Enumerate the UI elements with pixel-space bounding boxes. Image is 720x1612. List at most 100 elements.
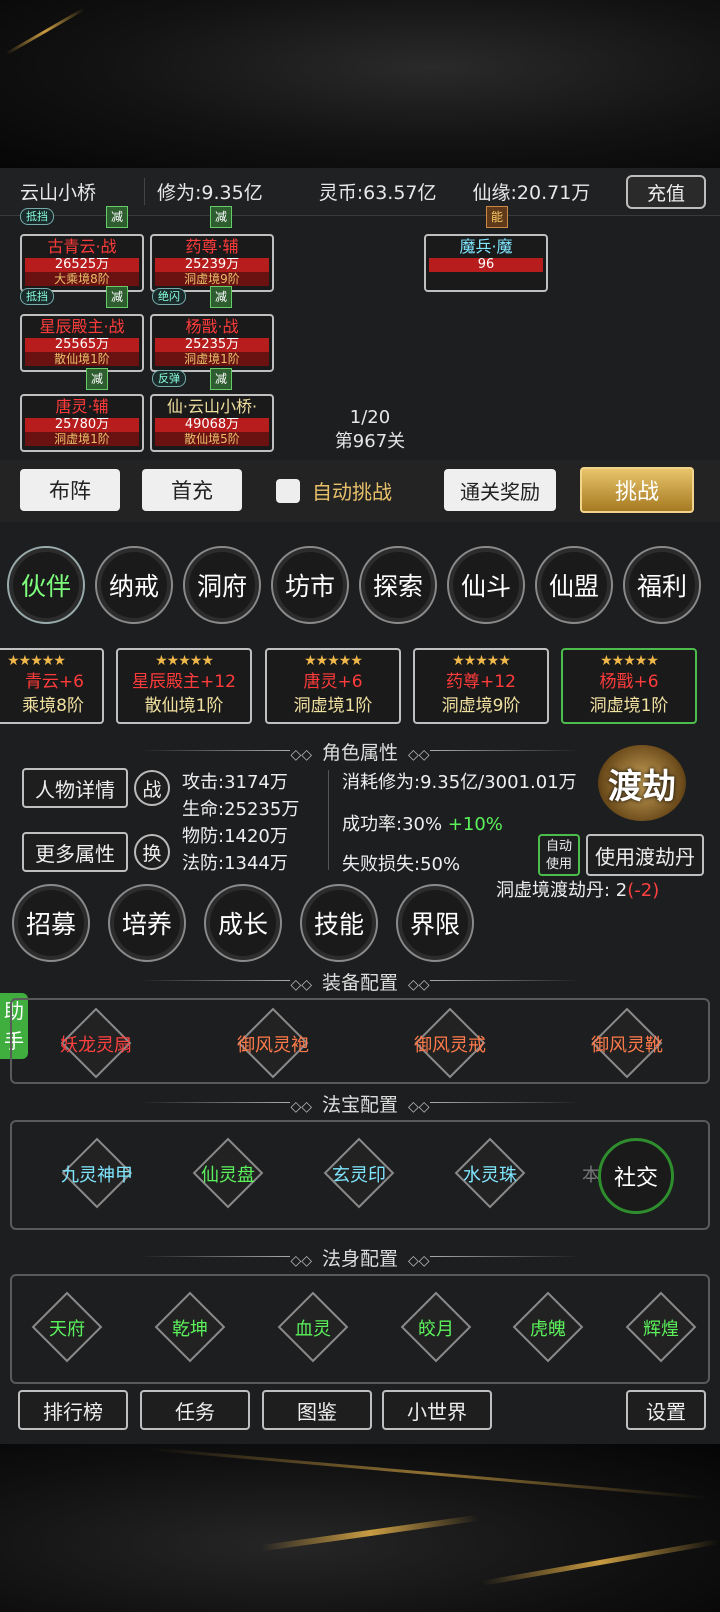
unit-realm: 散仙境5阶 — [155, 432, 269, 446]
treasure-item[interactable]: 九灵神甲 — [37, 1161, 157, 1187]
tasks-button[interactable]: 任务 — [140, 1390, 250, 1430]
recruit-button[interactable]: 招募 — [12, 884, 90, 962]
unit-hp: 49068万 — [155, 418, 269, 432]
auto-use-toggle[interactable]: 自动使用 — [538, 834, 580, 876]
swap-icon[interactable]: 换 — [134, 834, 170, 870]
battle-icon[interactable]: 战 — [134, 770, 170, 806]
hp-stat: 生命:25235万 — [182, 799, 300, 820]
ally-unit[interactable]: 唐灵·辅 25780万 洞虚境1阶 — [20, 394, 144, 452]
skill-button[interactable]: 技能 — [300, 884, 378, 962]
partner-name: 星辰殿主+12 — [132, 672, 236, 692]
section-title: 角色属性 — [321, 742, 398, 764]
diamond-ornament-icon: ◇◇ — [408, 977, 430, 993]
unit-hp: 25235万 — [155, 338, 269, 352]
unit-name: 药尊·辅 — [185, 237, 239, 256]
treasure-item[interactable]: 仙灵盘 — [168, 1161, 288, 1187]
settings-button[interactable]: 设置 — [626, 1390, 706, 1430]
auto-challenge-checkbox[interactable] — [276, 479, 300, 503]
partner-card-selected[interactable]: ★★★★★ 杨戬+6 洞虚境1阶 — [561, 648, 697, 724]
use-tribulation-pill-button[interactable]: 使用渡劫丹 — [586, 834, 704, 876]
equipment-item[interactable]: 妖龙灵扇 — [36, 1031, 156, 1057]
xianyuan-value: 仙缘:20.71万 — [472, 182, 591, 204]
body-item[interactable]: 虎魄 — [488, 1315, 608, 1341]
ranking-button[interactable]: 排行榜 — [18, 1390, 128, 1430]
spirit-coin-value: 灵币:63.57亿 — [318, 182, 437, 204]
unit-hp: 25239万 — [155, 258, 269, 272]
player-unit[interactable]: 仙·云山小桥· 49068万 散仙境5阶 — [150, 394, 274, 452]
enemy-unit[interactable]: 魔兵·魔 96 — [424, 234, 548, 292]
partner-card[interactable]: ★★★★★ 青云+6 乘境8阶 — [0, 648, 104, 724]
nav-storage-ring[interactable]: 纳戒 — [95, 546, 173, 624]
reduce-buff-icon: 减 — [210, 368, 232, 390]
wave-counter: 1/20 — [349, 407, 391, 428]
body-item[interactable]: 天府 — [7, 1315, 127, 1341]
small-world-button[interactable]: 小世界 — [382, 1390, 492, 1430]
growth-button[interactable]: 成长 — [204, 884, 282, 962]
reduce-buff-icon: 减 — [106, 286, 128, 308]
formation-button[interactable]: 布阵 — [20, 469, 120, 511]
nav-alliance[interactable]: 仙盟 — [535, 546, 613, 624]
limit-button[interactable]: 界限 — [396, 884, 474, 962]
body-item[interactable]: 乾坤 — [130, 1315, 250, 1341]
nav-explore[interactable]: 探索 — [359, 546, 437, 624]
social-button[interactable]: 社交 — [598, 1138, 674, 1214]
ability-debuff-icon: 能 — [486, 206, 508, 228]
partner-card[interactable]: ★★★★★ 星辰殿主+12 散仙境1阶 — [116, 648, 252, 724]
ally-unit[interactable]: 古青云·战 26525万 大乘境8阶 — [20, 234, 144, 292]
star-rating: ★★★★★ — [304, 653, 363, 669]
nav-market[interactable]: 坊市 — [271, 546, 349, 624]
unit-realm: 洞虚境1阶 — [155, 352, 269, 366]
magic-defense-stat: 法防:1344万 — [182, 853, 288, 874]
diamond-ornament-icon: ◇◇ — [408, 1099, 430, 1115]
partner-name: 杨戬+6 — [599, 672, 659, 692]
reduce-buff-icon: 减 — [210, 286, 232, 308]
challenge-button[interactable]: 挑战 — [580, 467, 694, 513]
pill-count-value: 洞虚境渡劫丹: 2 — [496, 880, 628, 901]
more-attributes-button[interactable]: 更多属性 — [22, 832, 128, 872]
unit-name: 杨戬·战 — [185, 317, 239, 336]
treasure-item[interactable]: 水灵珠 — [430, 1161, 550, 1187]
body-item[interactable]: 皎月 — [376, 1315, 496, 1341]
success-rate-bonus: +10% — [447, 814, 503, 835]
nav-welfare[interactable]: 福利 — [623, 546, 701, 624]
partner-card[interactable]: ★★★★★ 唐灵+6 洞虚境1阶 — [265, 648, 401, 724]
partner-name: 药尊+12 — [446, 672, 516, 692]
treasure-item[interactable]: 玄灵印 — [299, 1161, 419, 1187]
section-header-equipment: ◇◇ 装备配置 ◇◇ — [0, 968, 720, 995]
first-recharge-button[interactable]: 首充 — [142, 469, 242, 511]
train-button[interactable]: 培养 — [108, 884, 186, 962]
unit-hp: 96 — [429, 258, 543, 272]
reduce-buff-icon: 减 — [210, 206, 232, 228]
codex-button[interactable]: 图鉴 — [262, 1390, 372, 1430]
ally-unit[interactable]: 星辰殿主·战 25565万 散仙境1阶 — [20, 314, 144, 372]
tribulation-button[interactable]: 渡劫 — [598, 745, 686, 821]
equipment-item[interactable]: 御风灵戒 — [390, 1031, 510, 1057]
unit-name: 唐灵·辅 — [55, 397, 109, 416]
success-rate-value: 成功率:30% — [342, 814, 443, 835]
diamond-ornament-icon: ◇◇ — [290, 1099, 312, 1115]
unit-realm: 大乘境8阶 — [25, 272, 139, 286]
attack-stat: 攻击:3174万 — [182, 772, 288, 793]
clear-reward-button[interactable]: 通关奖励 — [444, 469, 556, 511]
body-item[interactable]: 血灵 — [253, 1315, 373, 1341]
unit-name: 星辰殿主·战 — [39, 317, 125, 336]
star-rating: ★★★★★ — [600, 653, 659, 669]
physical-defense-stat: 物防:1420万 — [182, 826, 288, 847]
character-detail-button[interactable]: 人物详情 — [22, 768, 128, 808]
body-item[interactable]: 辉煌 — [601, 1315, 720, 1341]
partner-card[interactable]: ★★★★★ 药尊+12 洞虚境9阶 — [413, 648, 549, 724]
unit-hp: 25780万 — [25, 418, 139, 432]
ally-unit[interactable]: 药尊·辅 25239万 洞虚境9阶 — [150, 234, 274, 292]
stage-number: 第967关 — [334, 431, 406, 452]
partner-realm: 洞虚境1阶 — [589, 696, 669, 716]
ally-unit[interactable]: 杨戬·战 25235万 洞虚境1阶 — [150, 314, 274, 372]
unit-hp: 26525万 — [25, 258, 139, 272]
nav-cave[interactable]: 洞府 — [183, 546, 261, 624]
nav-partner[interactable]: 伙伴 — [7, 546, 85, 624]
equipment-item[interactable]: 御风灵袍 — [213, 1031, 333, 1057]
section-title: 法宝配置 — [321, 1094, 398, 1116]
nav-immortal-duel[interactable]: 仙斗 — [447, 546, 525, 624]
equipment-item[interactable]: 御风灵靴 — [567, 1031, 687, 1057]
partner-realm: 乘境8阶 — [22, 696, 84, 716]
recharge-button[interactable]: 充值 — [626, 175, 706, 209]
